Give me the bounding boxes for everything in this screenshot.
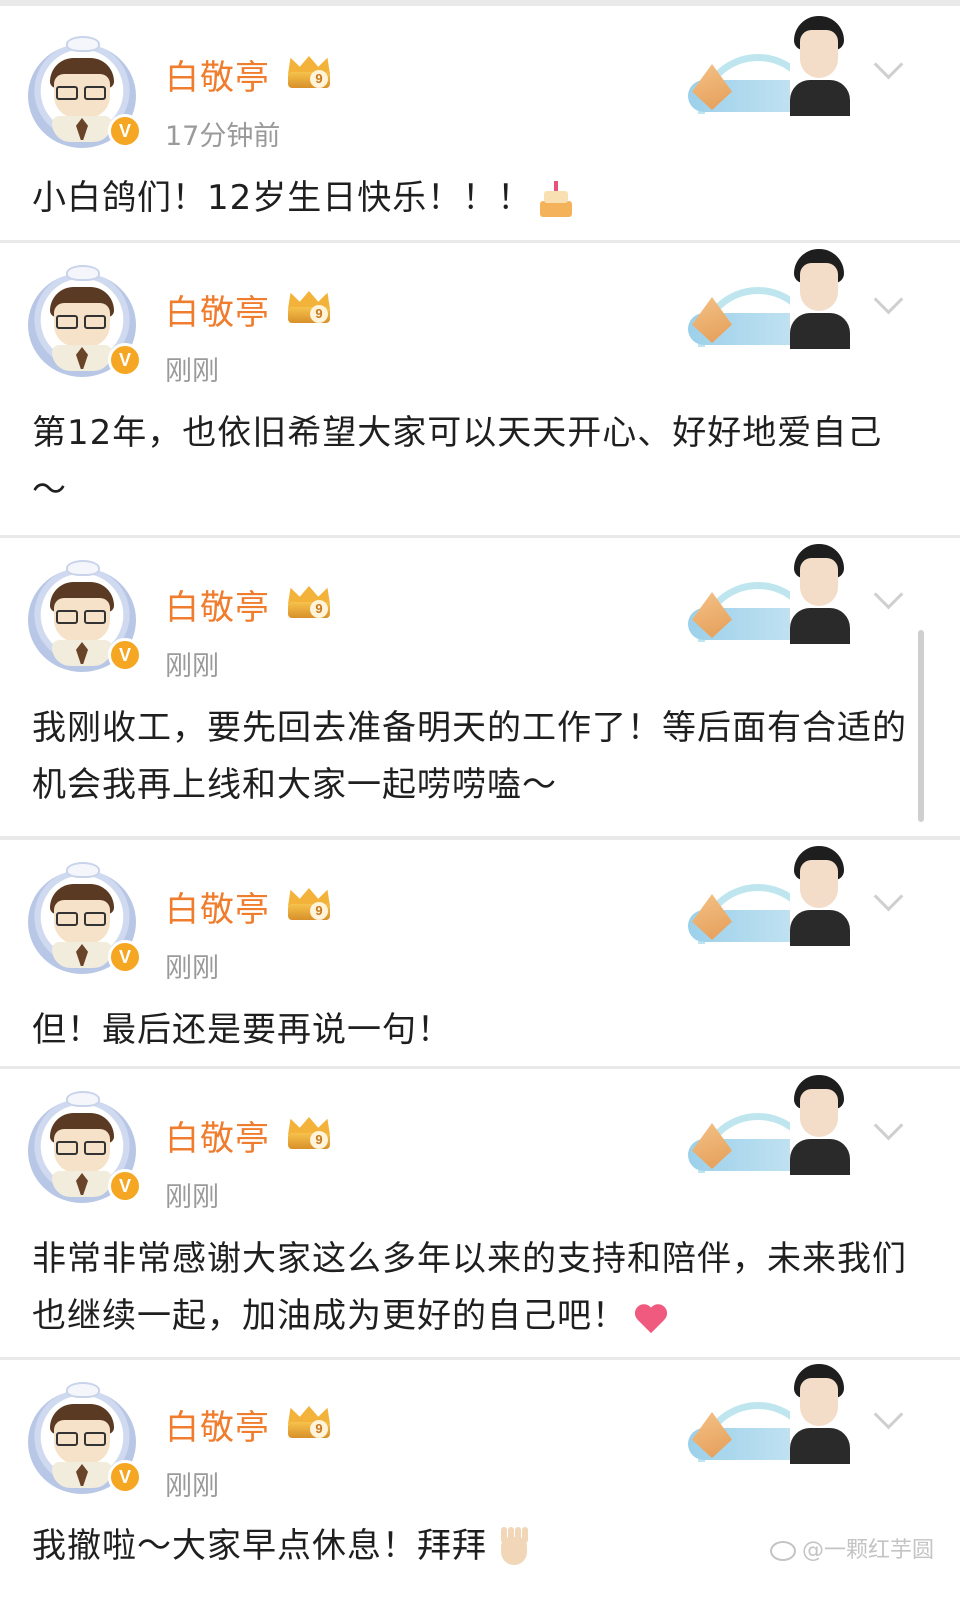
portrait-image [790, 247, 850, 349]
avatar[interactable]: V [28, 1091, 142, 1203]
post-text-content: 非常非常感谢大家这么多年以来的支持和陪伴，未来我们也继续一起，加油成为更好的自己… [32, 1239, 907, 1336]
post-timestamp: 刚刚 [165, 1471, 219, 1502]
verified-badge-icon: V [108, 1169, 142, 1203]
crown-level: 9 [310, 600, 328, 618]
post-card[interactable]: V 白敬亭 9 刚刚 我刚收工，要先回去准备明天的工作了！等后面有合适的机会我再… [0, 538, 960, 836]
verified-badge-icon: V [108, 940, 142, 974]
post-text-content: 我撤啦～大家早点休息！拜拜 [32, 1526, 487, 1566]
verified-badge-icon: V [108, 1460, 142, 1494]
heart-icon [633, 1301, 669, 1335]
post-text: 但！最后还是要再说一句！ [32, 1010, 452, 1050]
post-text: 小白鸽们！12岁生日快乐！！！ [32, 170, 912, 227]
username[interactable]: 白敬亭 [165, 1111, 270, 1160]
username[interactable]: 白敬亭 [165, 285, 270, 334]
crown-level: 9 [310, 902, 328, 920]
post-text-content: 小白鸽们！12岁生日快乐！！！ [32, 178, 533, 218]
portrait-image [790, 1362, 850, 1464]
verified-badge-icon: V [108, 638, 142, 672]
chevron-down-icon[interactable] [872, 1402, 904, 1434]
avatar[interactable]: V [28, 1382, 142, 1494]
verified-badge-icon: V [108, 114, 142, 148]
dove-icon [66, 560, 100, 576]
chevron-down-icon[interactable] [872, 1113, 904, 1145]
watermark-text: @一颗红芋圆 [802, 1538, 935, 1563]
dove-icon [66, 36, 100, 52]
post-timestamp: 17分钟前 [165, 121, 281, 152]
birthday-cake-icon [538, 180, 574, 219]
post-timestamp: 刚刚 [165, 953, 219, 984]
dove-icon [66, 862, 100, 878]
post-card[interactable]: V 白敬亭 9 刚刚 非常非常感谢大家这么多年以来的支持和陪伴，未来我们也继续一… [0, 1069, 960, 1357]
post-card[interactable]: V 白敬亭 9 17分钟前 小白鸽们！12岁生日快乐！！！ [0, 6, 960, 240]
post-timestamp: 刚刚 [165, 1182, 219, 1213]
crown-icon[interactable]: 9 [286, 1117, 332, 1151]
username[interactable]: 白敬亭 [165, 580, 270, 629]
portrait-image [790, 14, 850, 116]
crown-icon[interactable]: 9 [286, 56, 332, 90]
post-text: 我刚收工，要先回去准备明天的工作了！等后面有合适的机会我再上线和大家一起唠唠嗑～ [32, 708, 907, 805]
crown-icon[interactable]: 9 [286, 586, 332, 620]
card-decoration[interactable] [688, 542, 850, 644]
crown-icon[interactable]: 9 [286, 291, 332, 325]
post-card[interactable]: V 白敬亭 9 刚刚 但！最后还是要再说一句！ [0, 840, 960, 1066]
chevron-down-icon[interactable] [872, 884, 904, 916]
username[interactable]: 白敬亭 [165, 50, 270, 99]
scrollbar[interactable] [918, 630, 924, 822]
post-timestamp: 刚刚 [165, 356, 219, 387]
weibo-logo-icon [770, 1541, 796, 1561]
card-decoration[interactable] [688, 14, 850, 116]
verified-badge-icon: V [108, 343, 142, 377]
card-decoration[interactable] [688, 844, 850, 946]
card-decoration[interactable] [688, 1362, 850, 1464]
chevron-down-icon[interactable] [872, 582, 904, 614]
crown-level: 9 [310, 305, 328, 323]
crown-level: 9 [310, 1420, 328, 1438]
watermark: @一颗红芋圆 [770, 1532, 934, 1564]
dove-icon [66, 1382, 100, 1398]
dove-icon [66, 1091, 100, 1107]
avatar[interactable]: V [28, 265, 142, 377]
portrait-image [790, 844, 850, 946]
chevron-down-icon[interactable] [872, 52, 904, 84]
avatar[interactable]: V [28, 36, 142, 148]
post-card[interactable]: V 白敬亭 9 刚刚 我撤啦～大家早点休息！拜拜 [0, 1360, 960, 1617]
crown-level: 9 [310, 1131, 328, 1149]
crown-icon[interactable]: 9 [286, 1406, 332, 1440]
username[interactable]: 白敬亭 [165, 882, 270, 931]
avatar[interactable]: V [28, 560, 142, 672]
post-text: 第12年，也依旧希望大家可以天天开心、好好地爱自己～ [32, 413, 883, 510]
waving-hand-icon [493, 1526, 533, 1569]
post-timestamp: 刚刚 [165, 651, 219, 682]
post-text: 非常非常感谢大家这么多年以来的支持和陪伴，未来我们也继续一起，加油成为更好的自己… [32, 1231, 912, 1345]
card-decoration[interactable] [688, 247, 850, 349]
crown-icon[interactable]: 9 [286, 888, 332, 922]
portrait-image [790, 542, 850, 644]
weibo-feed: V 白敬亭 9 17分钟前 小白鸽们！12岁生日快乐！！！ V 白敬亭 9 刚刚… [0, 0, 960, 1617]
dove-icon [66, 265, 100, 281]
crown-level: 9 [310, 70, 328, 88]
portrait-image [790, 1073, 850, 1175]
chevron-down-icon[interactable] [872, 287, 904, 319]
post-card[interactable]: V 白敬亭 9 刚刚 第12年，也依旧希望大家可以天天开心、好好地爱自己～ [0, 243, 960, 535]
card-decoration[interactable] [688, 1073, 850, 1175]
avatar[interactable]: V [28, 862, 142, 974]
username[interactable]: 白敬亭 [165, 1400, 270, 1449]
